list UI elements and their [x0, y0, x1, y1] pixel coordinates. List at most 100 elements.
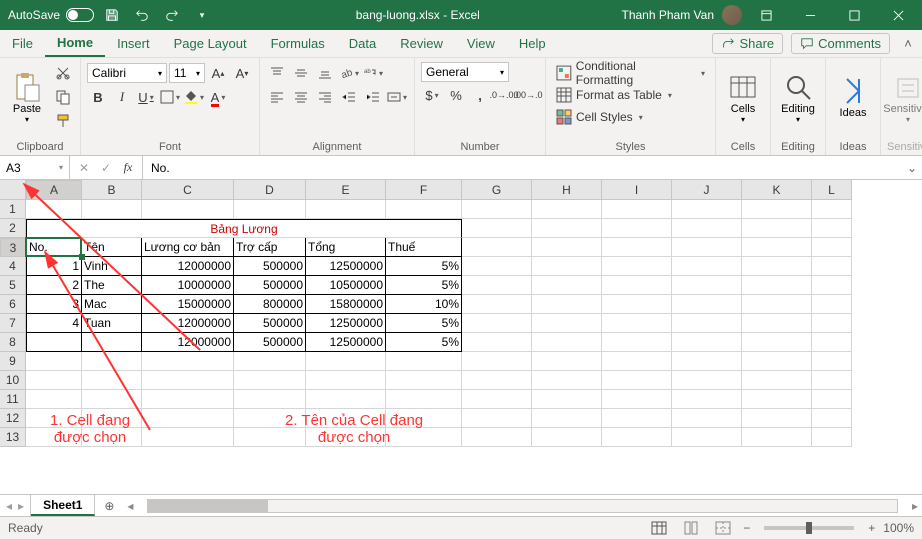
zoom-slider[interactable] — [764, 526, 854, 530]
cell[interactable] — [602, 352, 672, 371]
tab-home[interactable]: Home — [45, 30, 105, 57]
cell[interactable] — [462, 428, 532, 447]
cell[interactable] — [602, 200, 672, 219]
cell[interactable] — [462, 276, 532, 295]
cell[interactable] — [532, 409, 602, 428]
hscroll-thumb[interactable] — [148, 500, 268, 512]
underline-button[interactable]: U — [135, 86, 157, 108]
cells-button[interactable]: Cells▾ — [722, 62, 764, 132]
cell[interactable] — [602, 295, 672, 314]
increase-indent-icon[interactable] — [362, 86, 384, 108]
cell[interactable] — [742, 257, 812, 276]
cell[interactable] — [672, 352, 742, 371]
cell[interactable]: No. — [26, 238, 82, 257]
cell[interactable] — [742, 333, 812, 352]
cell[interactable]: Mac — [82, 295, 142, 314]
col-header-H[interactable]: H — [532, 180, 602, 200]
cell[interactable]: 500000 — [234, 276, 306, 295]
cell[interactable] — [672, 219, 742, 238]
cell[interactable] — [532, 333, 602, 352]
col-header-D[interactable]: D — [234, 180, 306, 200]
increase-font-icon[interactable]: A▴ — [207, 62, 229, 84]
normal-view-icon[interactable] — [647, 519, 671, 537]
row-header-13[interactable]: 13 — [0, 428, 26, 447]
cell[interactable] — [672, 200, 742, 219]
align-bottom-icon[interactable] — [314, 62, 336, 84]
cell[interactable] — [234, 428, 306, 447]
cell[interactable] — [82, 428, 142, 447]
insert-function-icon[interactable]: fx — [118, 158, 138, 178]
cell[interactable] — [142, 371, 234, 390]
cell[interactable]: 15800000 — [306, 295, 386, 314]
bold-button[interactable]: B — [87, 86, 109, 108]
name-box[interactable]: A3▾ — [0, 156, 70, 179]
cell[interactable] — [812, 276, 852, 295]
fill-color-icon[interactable] — [183, 86, 205, 108]
align-left-icon[interactable] — [266, 86, 288, 108]
wrap-text-icon[interactable]: ab — [362, 62, 384, 84]
cell[interactable] — [142, 200, 234, 219]
cell[interactable] — [462, 295, 532, 314]
cell[interactable]: 10500000 — [306, 276, 386, 295]
cell[interactable]: Tên — [82, 238, 142, 257]
cell[interactable]: 3 — [26, 295, 82, 314]
cell[interactable]: 10% — [386, 295, 462, 314]
col-header-F[interactable]: F — [386, 180, 462, 200]
font-name-select[interactable]: Calibri▾ — [87, 63, 167, 83]
row-header-11[interactable]: 11 — [0, 390, 26, 409]
ribbon-options-icon[interactable] — [746, 0, 786, 30]
cell[interactable] — [672, 428, 742, 447]
cell[interactable] — [742, 352, 812, 371]
cell[interactable] — [602, 219, 672, 238]
comments-button[interactable]: Comments — [791, 33, 890, 54]
cell[interactable] — [602, 238, 672, 257]
table-title[interactable]: Bảng Lương — [26, 219, 462, 238]
hscroll-left-icon[interactable]: ◂ — [127, 499, 133, 513]
cell[interactable] — [532, 314, 602, 333]
orientation-icon[interactable]: ab — [338, 62, 360, 84]
cell[interactable] — [386, 352, 462, 371]
cell[interactable]: Tuan — [82, 314, 142, 333]
cell[interactable] — [386, 390, 462, 409]
cell[interactable] — [742, 276, 812, 295]
hscroll-right-icon[interactable]: ▸ — [912, 499, 918, 513]
editing-button[interactable]: Editing▾ — [777, 62, 819, 132]
cell[interactable] — [462, 409, 532, 428]
cell[interactable] — [812, 314, 852, 333]
fill-handle[interactable] — [79, 254, 85, 260]
row-header-4[interactable]: 4 — [0, 257, 26, 276]
cell[interactable]: 500000 — [234, 314, 306, 333]
cell[interactable] — [462, 333, 532, 352]
cell[interactable] — [812, 200, 852, 219]
cell[interactable]: 1 — [26, 257, 82, 276]
number-format-select[interactable]: General▾ — [421, 62, 509, 82]
cell[interactable]: Trợ cấp — [234, 238, 306, 257]
cell[interactable]: 12500000 — [306, 257, 386, 276]
col-header-A[interactable]: A — [26, 180, 82, 200]
decrease-font-icon[interactable]: A▾ — [231, 62, 253, 84]
decrease-indent-icon[interactable] — [338, 86, 360, 108]
cell[interactable] — [462, 314, 532, 333]
cell[interactable] — [742, 314, 812, 333]
cell[interactable] — [672, 314, 742, 333]
cell[interactable]: 12000000 — [142, 314, 234, 333]
col-header-L[interactable]: L — [812, 180, 852, 200]
cell[interactable] — [462, 390, 532, 409]
tab-data[interactable]: Data — [337, 30, 388, 57]
cell[interactable]: 5% — [386, 333, 462, 352]
cell[interactable]: Lương cơ bản — [142, 238, 234, 257]
percent-format-icon[interactable]: % — [445, 84, 467, 106]
align-right-icon[interactable] — [314, 86, 336, 108]
cell[interactable]: 5% — [386, 257, 462, 276]
hscroll-track[interactable] — [147, 499, 898, 513]
autosave-toggle[interactable] — [66, 8, 94, 22]
page-layout-view-icon[interactable] — [679, 519, 703, 537]
cell[interactable]: 800000 — [234, 295, 306, 314]
increase-decimal-icon[interactable]: .0→.00 — [493, 84, 515, 106]
cell[interactable]: Tổng — [306, 238, 386, 257]
cell[interactable] — [462, 257, 532, 276]
tab-help[interactable]: Help — [507, 30, 558, 57]
align-center-icon[interactable] — [290, 86, 312, 108]
cell[interactable] — [812, 333, 852, 352]
cell[interactable] — [672, 257, 742, 276]
